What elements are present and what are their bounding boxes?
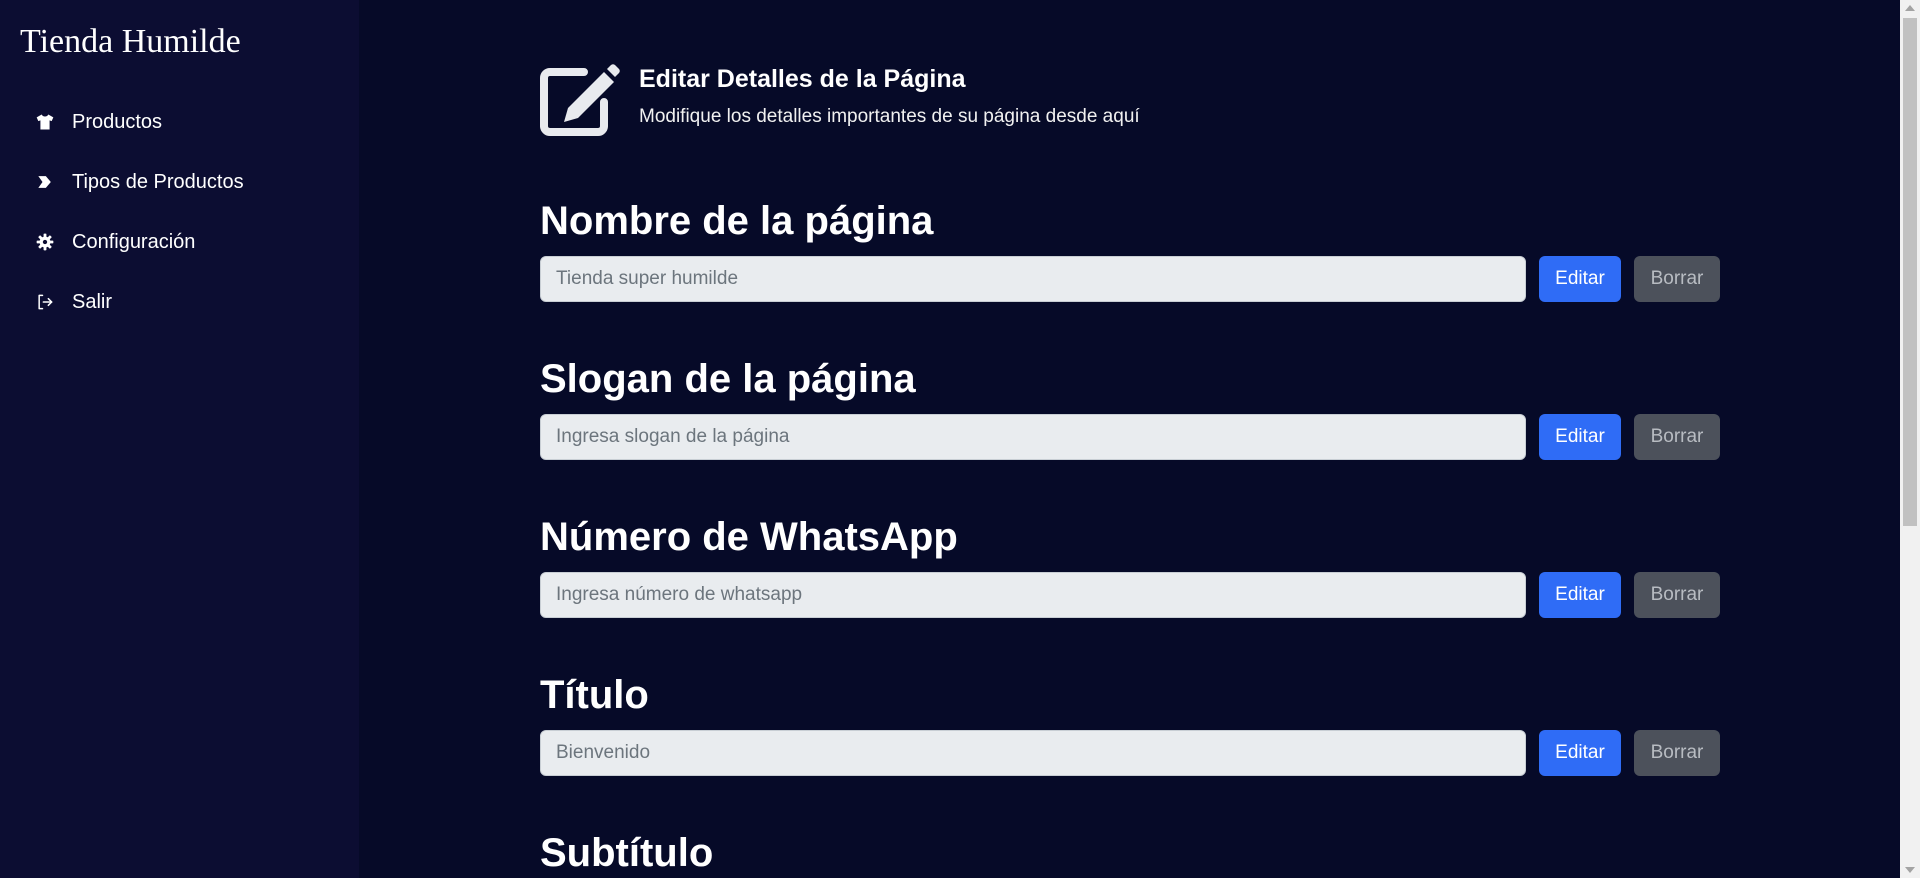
field-titulo: Título Editar Borrar <box>540 672 1920 776</box>
sidebar-item-label: Salir <box>72 290 113 313</box>
sidebar-item-label: Tipos de Productos <box>72 170 244 193</box>
field-nombre: Nombre de la página Editar Borrar <box>540 198 1920 302</box>
scrollbar-thumb[interactable] <box>1903 18 1917 526</box>
field-slogan: Slogan de la página Editar Borrar <box>540 356 1920 460</box>
sidebar-item-salir[interactable]: Salir <box>0 272 359 332</box>
edit-button[interactable]: Editar <box>1539 414 1621 460</box>
field-title: Nombre de la página <box>540 199 934 243</box>
delete-button[interactable]: Borrar <box>1634 256 1720 302</box>
sidebar-item-productos[interactable]: Productos <box>0 92 359 152</box>
sidebar-item-tipos-de-productos[interactable]: Tipos de Productos <box>0 152 359 212</box>
header-text: Editar Detalles de la Página Modifique l… <box>639 58 1140 130</box>
app-root: Tienda Humilde Productos Tipos de Produc… <box>0 0 1920 878</box>
field-title: Título <box>540 673 649 717</box>
whatsapp-input[interactable] <box>540 572 1526 618</box>
sidebar-item-label: Configuración <box>72 230 196 253</box>
sidebar: Tienda Humilde Productos Tipos de Produc… <box>0 0 359 878</box>
page-title: Editar Detalles de la Página <box>639 65 966 93</box>
field-row: Editar Borrar <box>540 730 1920 776</box>
slogan-input[interactable] <box>540 414 1526 460</box>
edit-button[interactable]: Editar <box>1539 730 1621 776</box>
chevron-tag-icon <box>34 171 56 193</box>
field-subtitulo: Subtítulo <box>540 830 1920 876</box>
main-content: Editar Detalles de la Página Modifique l… <box>359 0 1920 878</box>
brand-title: Tienda Humilde <box>20 23 241 60</box>
delete-button[interactable]: Borrar <box>1634 572 1720 618</box>
logout-icon <box>34 291 56 313</box>
sidebar-item-configuracion[interactable]: Configuración <box>0 212 359 272</box>
field-row: Editar Borrar <box>540 256 1920 302</box>
sidebar-nav: Productos Tipos de Productos Configuraci… <box>0 92 359 332</box>
edit-button[interactable]: Editar <box>1539 256 1621 302</box>
scrollbar[interactable] <box>1900 0 1920 878</box>
gear-icon <box>34 231 56 253</box>
edit-button[interactable]: Editar <box>1539 572 1621 618</box>
field-title: Slogan de la página <box>540 357 916 401</box>
field-row: Editar Borrar <box>540 414 1920 460</box>
page-subtitle: Modifique los detalles importantes de su… <box>639 106 1140 127</box>
field-row: Editar Borrar <box>540 572 1920 618</box>
edit-icon <box>540 62 622 140</box>
delete-button[interactable]: Borrar <box>1634 414 1720 460</box>
field-title: Subtítulo <box>540 831 714 875</box>
delete-button[interactable]: Borrar <box>1634 730 1720 776</box>
shirt-icon <box>34 111 56 133</box>
scroll-down-arrow-icon[interactable] <box>1905 867 1915 873</box>
field-title: Número de WhatsApp <box>540 515 958 559</box>
sidebar-item-label: Productos <box>72 110 163 133</box>
nombre-input[interactable] <box>540 256 1526 302</box>
page-header: Editar Detalles de la Página Modifique l… <box>540 58 1920 140</box>
field-whatsapp: Número de WhatsApp Editar Borrar <box>540 514 1920 618</box>
titulo-input[interactable] <box>540 730 1526 776</box>
scroll-up-arrow-icon[interactable] <box>1905 5 1915 11</box>
